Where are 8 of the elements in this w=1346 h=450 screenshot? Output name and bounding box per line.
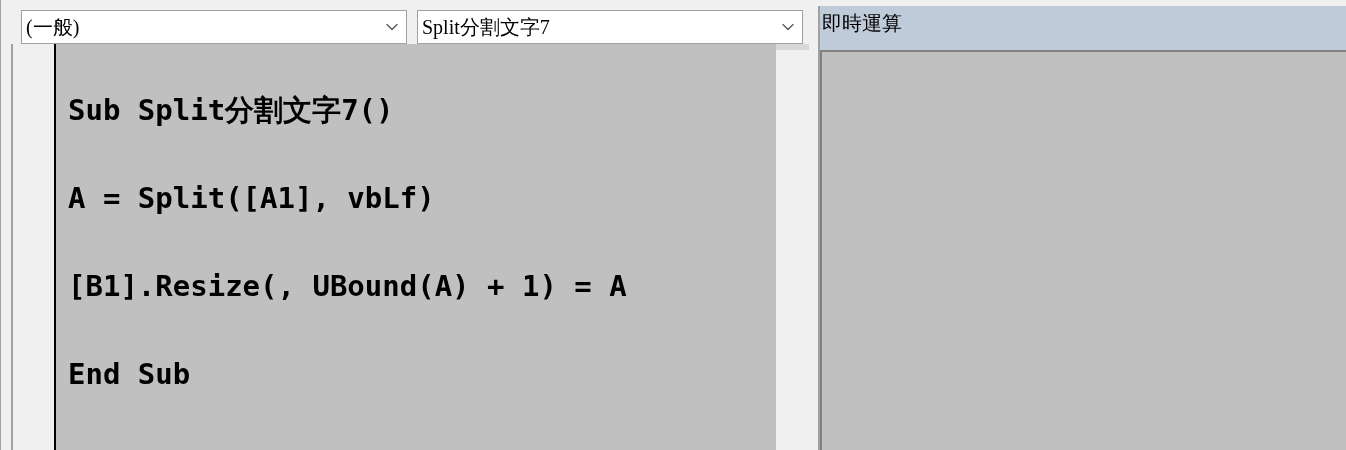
procedure-dropdown[interactable]: Split分割文字7 [417,10,803,44]
code-line: A = Split([A1], vbLf) [68,180,435,217]
window-title: 即時運算 [822,12,902,34]
object-dropdown[interactable]: (一般) [21,10,407,44]
code-line: Sub Split分割文字7() [68,92,394,129]
code-line: End Sub [68,356,191,393]
code-editor[interactable]: Sub Split分割文字7() A = Split([A1], vbLf) [B1].Resize(, UBound(A) + 1) = A End Sub [54,44,776,450]
code-line: [B1].Resize(, UBound(A) + 1) = A [68,268,627,305]
